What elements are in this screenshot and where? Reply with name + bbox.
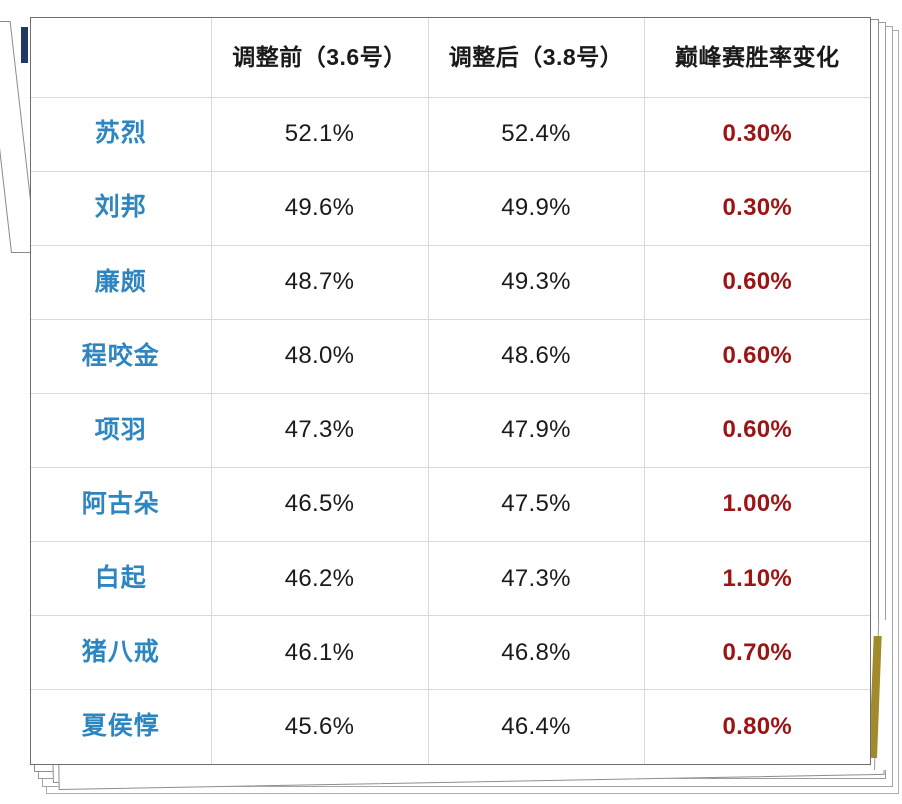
cell-before: 49.6% bbox=[210, 170, 429, 246]
column-header-delta: 巅峰赛胜率变化 bbox=[643, 18, 870, 98]
cell-hero: 猪八戒 bbox=[31, 615, 212, 691]
winrate-delta: 0.30% bbox=[722, 193, 793, 221]
column-header-hero bbox=[31, 18, 212, 98]
cell-delta: 1.00% bbox=[643, 467, 870, 543]
cell-delta: 0.60% bbox=[643, 244, 870, 320]
winrate-delta: 0.30% bbox=[722, 119, 793, 147]
winrate-delta: 0.70% bbox=[722, 638, 793, 666]
winrate-delta: 0.60% bbox=[722, 416, 793, 444]
winrate-before: 49.6% bbox=[284, 193, 355, 221]
cell-before: 46.1% bbox=[210, 615, 429, 691]
cell-before: 45.6% bbox=[210, 689, 429, 764]
winrate-after: 46.4% bbox=[501, 712, 571, 740]
table-row: 刘邦 49.6% 49.9% 0.30% bbox=[31, 170, 870, 246]
cell-before: 46.2% bbox=[210, 541, 429, 617]
table-body: 苏烈 52.1% 52.4% 0.30% 刘邦 49.6% 49.9% 0.30… bbox=[31, 96, 870, 764]
cell-after: 48.6% bbox=[427, 318, 645, 394]
winrate-before: 46.1% bbox=[284, 638, 355, 666]
cell-after: 47.5% bbox=[427, 467, 645, 543]
winrate-after: 49.9% bbox=[501, 193, 571, 221]
winrate-delta: 0.60% bbox=[722, 342, 793, 370]
cell-hero: 白起 bbox=[31, 541, 212, 617]
table-row: 程咬金 48.0% 48.6% 0.60% bbox=[31, 318, 870, 394]
winrate-before: 45.6% bbox=[284, 712, 355, 740]
hero-name: 白起 bbox=[94, 563, 147, 592]
winrate-after: 52.4% bbox=[501, 119, 571, 147]
cell-delta: 0.60% bbox=[643, 318, 870, 394]
winrate-delta: 1.10% bbox=[722, 564, 793, 592]
winrate-before: 47.3% bbox=[284, 416, 355, 444]
column-header-after-label: 调整后（3.8号） bbox=[448, 43, 624, 70]
cell-hero: 夏侯惇 bbox=[31, 689, 212, 764]
column-header-after: 调整后（3.8号） bbox=[427, 18, 645, 98]
table-row: 项羽 47.3% 47.9% 0.60% bbox=[31, 392, 870, 469]
cell-after: 46.8% bbox=[427, 615, 645, 691]
column-header-before-label: 调整前（3.6号） bbox=[232, 43, 407, 70]
hero-name: 猪八戒 bbox=[81, 638, 160, 667]
cell-after: 46.4% bbox=[427, 689, 645, 764]
cell-after: 47.9% bbox=[427, 392, 645, 469]
winrate-after: 46.8% bbox=[501, 638, 571, 666]
cell-before: 52.1% bbox=[210, 96, 429, 172]
table-row: 猪八戒 46.1% 46.8% 0.70% bbox=[31, 615, 870, 691]
cell-delta: 1.10% bbox=[643, 541, 870, 617]
winrate-before: 52.1% bbox=[284, 119, 355, 147]
winrate-after: 49.3% bbox=[501, 268, 571, 296]
winrate-delta: 1.00% bbox=[722, 490, 793, 518]
table-row: 白起 46.2% 47.3% 1.10% bbox=[31, 541, 870, 617]
cell-hero: 廉颇 bbox=[31, 244, 212, 320]
table-header: 调整前（3.6号） 调整后（3.8号） 巅峰赛胜率变化 bbox=[31, 18, 870, 98]
cell-delta: 0.30% bbox=[643, 96, 870, 172]
winrate-before: 48.7% bbox=[284, 268, 355, 296]
hero-name: 夏侯惇 bbox=[81, 712, 160, 741]
cell-hero: 刘邦 bbox=[31, 170, 212, 246]
hero-name: 廉颇 bbox=[94, 267, 147, 296]
cell-before: 48.0% bbox=[210, 318, 429, 394]
cell-after: 47.3% bbox=[427, 541, 645, 617]
winrate-before: 46.5% bbox=[284, 490, 355, 518]
table-header-row: 调整前（3.6号） 调整后（3.8号） 巅峰赛胜率变化 bbox=[31, 18, 870, 98]
table-row: 夏侯惇 45.6% 46.4% 0.80% bbox=[31, 689, 870, 764]
winrate-before: 46.2% bbox=[284, 564, 355, 592]
hero-name: 刘邦 bbox=[94, 193, 147, 222]
stats-card: 调整前（3.6号） 调整后（3.8号） 巅峰赛胜率变化 苏烈 52.1% 52.… bbox=[30, 17, 871, 765]
hero-name: 苏烈 bbox=[94, 119, 147, 148]
cell-delta: 0.70% bbox=[643, 615, 870, 691]
winrate-delta: 0.60% bbox=[722, 268, 793, 296]
navy-page-marker bbox=[21, 27, 28, 63]
table-row: 廉颇 48.7% 49.3% 0.60% bbox=[31, 244, 870, 320]
cell-hero: 阿古朵 bbox=[31, 467, 212, 543]
winrate-table: 调整前（3.6号） 调整后（3.8号） 巅峰赛胜率变化 苏烈 52.1% 52.… bbox=[31, 18, 870, 764]
table-row: 阿古朵 46.5% 47.5% 1.00% bbox=[31, 467, 870, 543]
cell-hero: 苏烈 bbox=[31, 96, 212, 172]
column-header-delta-label: 巅峰赛胜率变化 bbox=[675, 43, 840, 70]
cell-before: 48.7% bbox=[210, 244, 429, 320]
winrate-after: 48.6% bbox=[501, 342, 571, 370]
column-header-before: 调整前（3.6号） bbox=[210, 18, 429, 98]
cell-delta: 0.30% bbox=[643, 170, 870, 246]
winrate-after: 47.9% bbox=[501, 416, 571, 444]
cell-after: 52.4% bbox=[427, 96, 645, 172]
cell-before: 46.5% bbox=[210, 467, 429, 543]
hero-name: 阿古朵 bbox=[81, 489, 160, 518]
winrate-delta: 0.80% bbox=[722, 712, 793, 740]
cell-after: 49.9% bbox=[427, 170, 645, 246]
winrate-before: 48.0% bbox=[284, 342, 355, 370]
table-row: 苏烈 52.1% 52.4% 0.30% bbox=[31, 96, 870, 172]
hero-name: 程咬金 bbox=[81, 341, 160, 370]
cell-before: 47.3% bbox=[210, 392, 429, 469]
cell-hero: 程咬金 bbox=[31, 318, 212, 394]
cell-delta: 0.60% bbox=[643, 392, 870, 469]
cell-after: 49.3% bbox=[427, 244, 645, 320]
cell-hero: 项羽 bbox=[31, 392, 212, 469]
cell-delta: 0.80% bbox=[643, 689, 870, 764]
hero-name: 项羽 bbox=[94, 415, 147, 444]
winrate-after: 47.5% bbox=[501, 490, 571, 518]
winrate-after: 47.3% bbox=[501, 564, 571, 592]
